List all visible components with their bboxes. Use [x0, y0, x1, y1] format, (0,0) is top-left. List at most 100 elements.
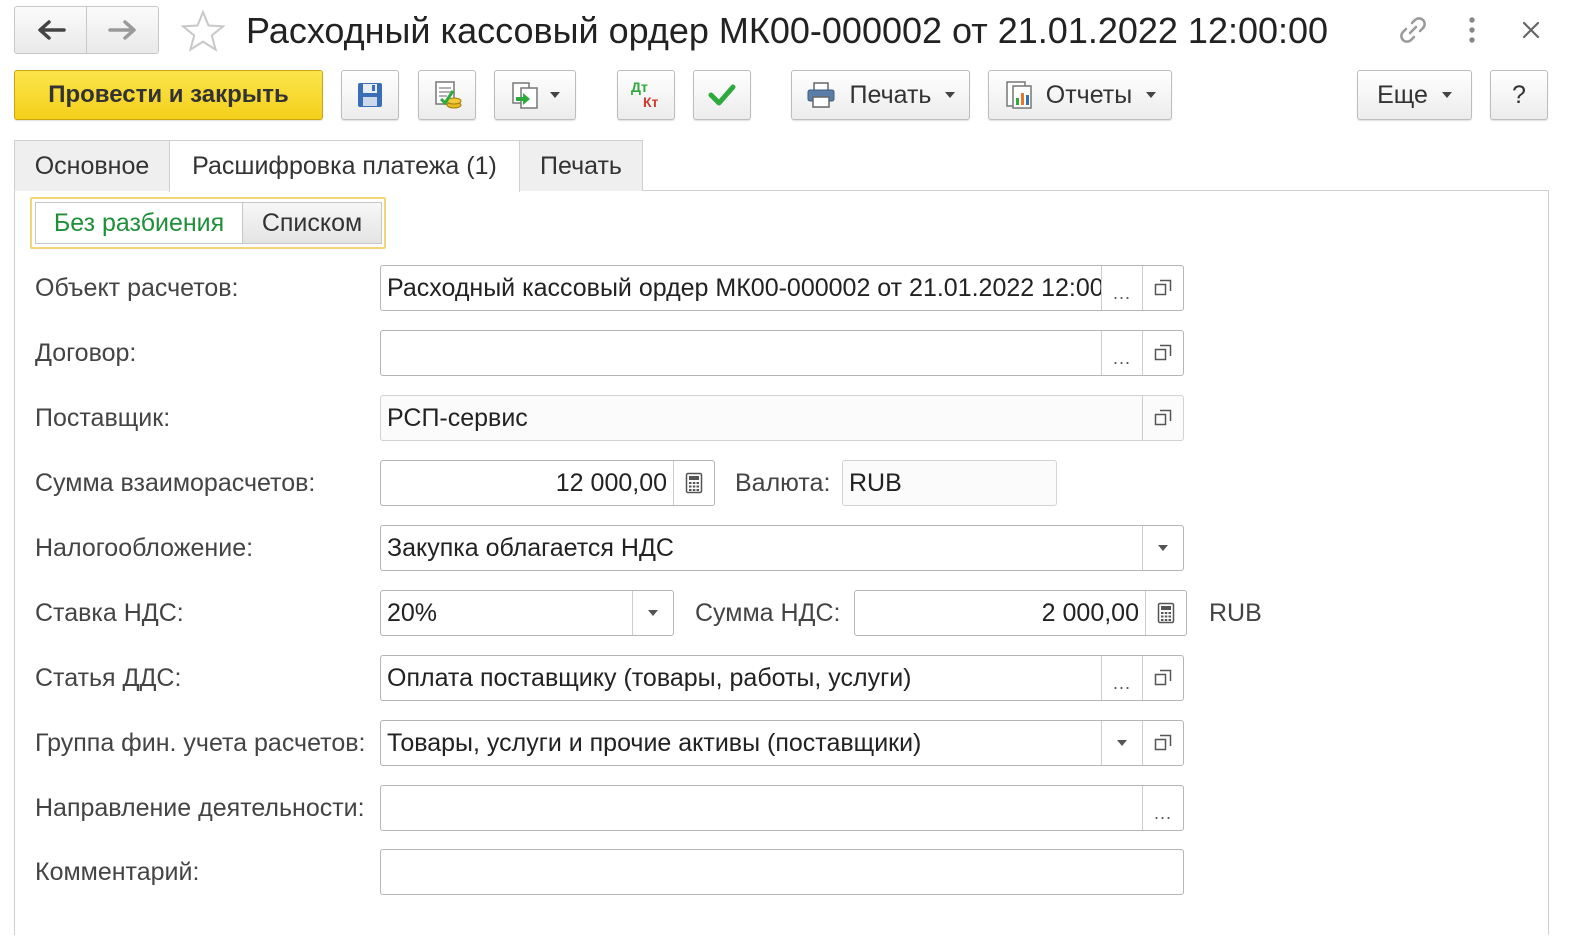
ellipsis-icon: ... — [1153, 802, 1172, 823]
calculator-icon — [1157, 602, 1175, 624]
chevron-down-icon — [648, 610, 658, 616]
create-based-icon — [512, 82, 538, 109]
comment-input[interactable] — [380, 849, 1184, 895]
panel-border-left — [14, 190, 15, 935]
more-button[interactable]: Еще — [1357, 70, 1472, 120]
vat-amount-field[interactable]: 2 000,00 — [854, 590, 1187, 636]
forward-arrow-icon — [107, 20, 136, 40]
fin-group-select[interactable]: Товары, услуги и прочие активы (поставщи… — [380, 720, 1184, 766]
print-label: Печать — [849, 80, 932, 109]
settlement-object-open-button[interactable] — [1142, 266, 1183, 310]
taxation-select[interactable]: Закупка облагается НДС — [380, 525, 1184, 571]
supplier-open-button[interactable] — [1142, 396, 1183, 440]
help-label: ? — [1512, 80, 1526, 109]
favorite-button[interactable] — [178, 8, 228, 54]
cash-flow-item-value: Оплата поставщику (товары, работы, услуг… — [387, 663, 912, 692]
chevron-down-icon — [1146, 92, 1157, 98]
cash-flow-item-label: Статья ДДС: — [35, 664, 182, 692]
mode-list[interactable]: Списком — [242, 202, 382, 244]
chevron-down-icon — [1441, 92, 1452, 98]
print-button[interactable]: Печать — [791, 70, 970, 120]
contract-label: Договор: — [35, 339, 137, 367]
open-icon — [1154, 344, 1172, 361]
reports-button[interactable]: Отчеты — [988, 70, 1172, 120]
contract-field[interactable]: ... — [380, 330, 1184, 376]
check-icon — [708, 84, 736, 106]
supplier-field[interactable]: РСП-сервис — [380, 395, 1184, 441]
forward-button[interactable] — [86, 7, 158, 53]
vat-amount-value: 2 000,00 — [1041, 598, 1139, 627]
post-and-close-button[interactable]: Провести и закрыть — [14, 70, 323, 120]
reports-icon — [1006, 81, 1032, 109]
dt-kt-button[interactable]: Дт Кт — [617, 70, 675, 120]
help-button[interactable]: ? — [1490, 70, 1548, 120]
activity-direction-field[interactable]: ... — [380, 785, 1184, 831]
vat-amount-currency: RUB — [1209, 599, 1262, 627]
fin-group-dropdown-button[interactable] — [1101, 721, 1142, 765]
check-button[interactable] — [693, 70, 751, 120]
settlement-object-label: Объект расчетов: — [35, 274, 239, 302]
activity-direction-select-button[interactable]: ... — [1142, 786, 1183, 830]
fin-group-open-button[interactable] — [1142, 721, 1183, 765]
dtkt-icon: Дт Кт — [629, 79, 663, 111]
settlement-object-field[interactable]: Расходный кассовый ордер МК00-000002 от … — [380, 265, 1184, 311]
post-and-close-label: Провести и закрыть — [48, 81, 289, 108]
supplier-label: Поставщик: — [35, 404, 171, 432]
settlement-object-select-button[interactable]: ... — [1101, 266, 1142, 310]
currency-field[interactable]: RUB — [842, 460, 1057, 506]
contract-open-button[interactable] — [1142, 331, 1183, 375]
cash-flow-item-field[interactable]: Оплата поставщику (товары, работы, услуг… — [380, 655, 1184, 701]
activity-direction-value — [381, 786, 1142, 830]
chevron-down-icon — [1117, 740, 1127, 746]
contract-value — [381, 331, 1101, 375]
back-arrow-icon — [37, 20, 66, 40]
comment-label: Комментарий: — [35, 858, 200, 886]
open-icon — [1154, 279, 1172, 296]
calculator-icon — [685, 472, 703, 494]
fin-group-value: Товары, услуги и прочие активы (поставщи… — [387, 728, 922, 757]
mode-no-split[interactable]: Без разбиения — [35, 202, 243, 244]
link-button[interactable] — [1393, 10, 1433, 50]
tab-payment-breakdown[interactable]: Расшифровка платежа (1) — [169, 140, 520, 192]
post-button[interactable] — [418, 70, 476, 120]
taxation-label: Налогообложение: — [35, 534, 254, 562]
ellipsis-icon: ... — [1112, 282, 1131, 303]
vat-rate-dropdown-button[interactable] — [632, 591, 673, 635]
currency-label: Валюта: — [735, 469, 831, 497]
settlement-amount-calc-button[interactable] — [673, 461, 714, 505]
vat-amount-calc-button[interactable] — [1145, 591, 1186, 635]
cash-flow-item-open-button[interactable] — [1142, 656, 1183, 700]
settlement-amount-field[interactable]: 12 000,00 — [380, 460, 715, 506]
contract-select-button[interactable]: ... — [1101, 331, 1142, 375]
back-button[interactable] — [15, 7, 86, 53]
taxation-dropdown-button[interactable] — [1142, 526, 1183, 570]
nav-buttons — [14, 6, 159, 54]
mode-list-label: Списком — [261, 208, 363, 237]
dt-label: Дт — [631, 79, 648, 95]
star-icon — [180, 9, 226, 52]
taxation-value: Закупка облагается НДС — [387, 533, 674, 562]
cash-flow-item-select-button[interactable]: ... — [1101, 656, 1142, 700]
close-button[interactable] — [1511, 10, 1551, 50]
kt-label: Кт — [643, 94, 659, 110]
vat-amount-label: Сумма НДС: — [695, 599, 841, 627]
reports-label: Отчеты — [1045, 80, 1133, 109]
vat-rate-label: Ставка НДС: — [35, 599, 184, 627]
tab-payment-breakdown-label: Расшифровка платежа (1) — [192, 152, 497, 180]
vat-rate-value: 20% — [387, 598, 438, 627]
more-actions-button[interactable] — [1452, 10, 1492, 50]
tab-main-label: Основное — [34, 151, 150, 180]
tab-print[interactable]: Печать — [519, 140, 643, 191]
create-based-on-button[interactable] — [494, 70, 576, 120]
save-button[interactable] — [341, 70, 399, 120]
fin-group-label: Группа фин. учета расчетов: — [35, 729, 366, 757]
settlement-amount-value: 12 000,00 — [555, 468, 667, 497]
comment-value — [381, 850, 1183, 894]
settlement-amount-label: Сумма взаиморасчетов: — [35, 469, 316, 497]
currency-value: RUB — [849, 468, 902, 497]
open-icon — [1154, 669, 1172, 686]
activity-direction-label: Направление деятельности: — [35, 794, 365, 822]
vat-rate-select[interactable]: 20% — [380, 590, 674, 636]
tab-main[interactable]: Основное — [14, 140, 170, 191]
chevron-down-icon — [1158, 545, 1168, 551]
